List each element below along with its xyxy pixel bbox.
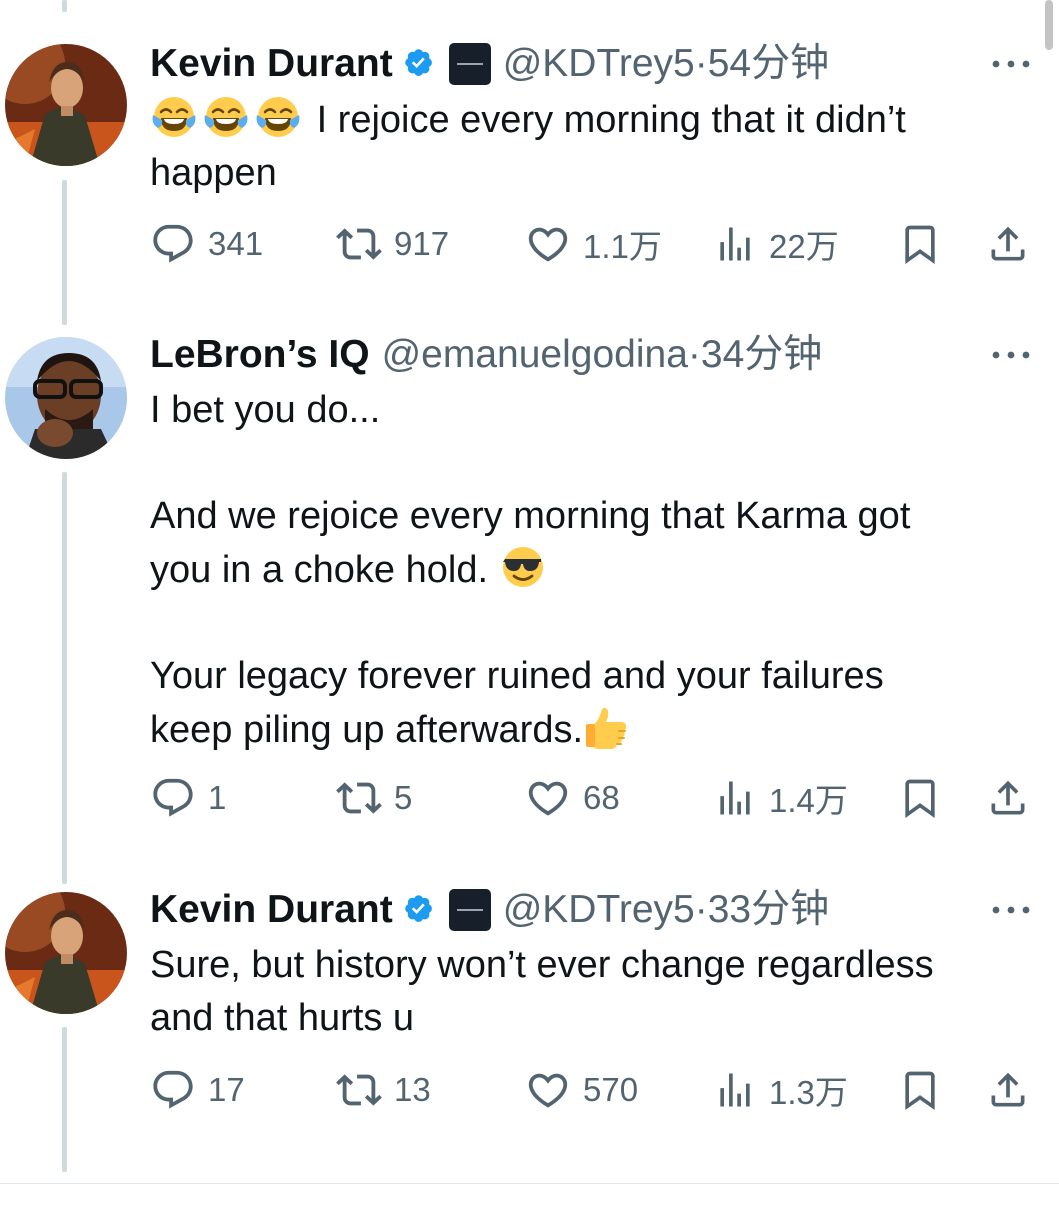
- reply-count: 17: [208, 1071, 245, 1108]
- joy-emoji: [202, 93, 250, 141]
- retweet-count: 13: [394, 1071, 431, 1108]
- avatar[interactable]: [5, 44, 127, 166]
- tweet-text-line: Your legacy forever ruined and your fail…: [150, 655, 884, 697]
- affiliate-badge-icon[interactable]: [448, 43, 491, 85]
- handle[interactable]: @KDTrey5: [503, 40, 695, 88]
- tweet-text-line: happen: [150, 152, 277, 194]
- verified-badge-icon[interactable]: [403, 893, 437, 927]
- bookmark-button[interactable]: [898, 216, 942, 272]
- more-options-icon[interactable]: [989, 331, 1033, 379]
- separator: ·: [694, 42, 708, 85]
- display-name[interactable]: Kevin Durant: [150, 40, 393, 88]
- bookmark-button[interactable]: [898, 1062, 942, 1118]
- tweet-text: Sure, but history won’t ever change rega…: [150, 939, 1030, 1045]
- retweet-count: 917: [394, 225, 450, 262]
- tweet-thread: Kevin Durant @KDTrey5 · 54分钟 I rejoice eve…: [0, 0, 1059, 1207]
- views-count: 22万: [769, 228, 839, 265]
- tweet-text-line: I rejoice every morning that it didn’t: [316, 99, 906, 141]
- handle[interactable]: @emanuelgodina: [382, 331, 688, 379]
- views-count: 1.4万: [769, 782, 848, 819]
- more-options-icon[interactable]: [989, 886, 1033, 934]
- views-button[interactable]: 22万: [713, 216, 839, 272]
- tweet-text: I rejoice every morning that it didn’t h…: [150, 93, 1030, 200]
- reply-button[interactable]: 341: [150, 216, 263, 272]
- separator: ·: [687, 333, 701, 376]
- tweet-header: LeBron’s IQ @emanuelgodina · 34分钟: [150, 331, 822, 379]
- sunglasses-emoji: [499, 543, 547, 591]
- timestamp[interactable]: 34分钟: [701, 331, 822, 379]
- tweet[interactable]: Kevin Durant @KDTrey5 · 33分钟 Sure, but his…: [0, 886, 1059, 1126]
- share-button[interactable]: [986, 770, 1030, 826]
- divider: [0, 1183, 1059, 1184]
- timestamp[interactable]: 54分钟: [708, 40, 829, 88]
- action-bar: 1 5 68 1.4万: [150, 770, 1040, 826]
- retweet-button[interactable]: 917: [336, 216, 449, 272]
- tweet-text-line: keep piling up afterwards.: [150, 709, 584, 751]
- reply-button[interactable]: 17: [150, 1062, 245, 1118]
- like-button[interactable]: 1.1万: [525, 216, 662, 272]
- tweet-text-line: and that hurts u: [150, 997, 415, 1039]
- display-name[interactable]: LeBron’s IQ: [150, 331, 370, 379]
- display-name[interactable]: Kevin Durant: [150, 886, 393, 934]
- like-count: 570: [583, 1071, 639, 1108]
- joy-emoji: [254, 93, 302, 141]
- share-button[interactable]: [986, 1062, 1030, 1118]
- retweet-count: 5: [394, 779, 413, 816]
- share-button[interactable]: [986, 216, 1030, 272]
- like-button[interactable]: 68: [525, 770, 620, 826]
- affiliate-badge-icon[interactable]: [448, 889, 491, 931]
- tweet[interactable]: Kevin Durant @KDTrey5 · 54分钟 I rejoice eve…: [0, 40, 1059, 280]
- tweet-text-line: I bet you do...: [150, 389, 381, 431]
- tweet-header: Kevin Durant @KDTrey5 · 54分钟: [150, 40, 829, 88]
- separator: ·: [694, 888, 708, 931]
- more-options-icon[interactable]: [989, 40, 1033, 88]
- timestamp[interactable]: 33分钟: [708, 886, 829, 934]
- tweet-text-line: you in a choke hold.: [150, 549, 489, 591]
- reply-count: 341: [208, 225, 264, 262]
- handle[interactable]: @KDTrey5: [503, 886, 695, 934]
- views-button[interactable]: 1.3万: [713, 1062, 848, 1118]
- retweet-button[interactable]: 13: [336, 1062, 431, 1118]
- tweet-text: I bet you do... And we rejoice every mor…: [150, 384, 1030, 757]
- thumbs-up-emoji: [583, 703, 631, 751]
- like-count: 68: [583, 779, 620, 816]
- joy-emoji: [150, 93, 198, 141]
- bookmark-button[interactable]: [898, 770, 942, 826]
- like-button[interactable]: 570: [525, 1062, 638, 1118]
- tweet[interactable]: LeBron’s IQ @emanuelgodina · 34分钟 I bet yo…: [0, 331, 1059, 831]
- tweet-text-line: Sure, but history won’t ever change rega…: [150, 944, 934, 986]
- reply-button[interactable]: 1: [150, 770, 226, 826]
- retweet-button[interactable]: 5: [336, 770, 412, 826]
- tweet-text-line: And we rejoice every morning that Karma …: [150, 495, 911, 537]
- like-count: 1.1万: [583, 228, 662, 265]
- action-bar: 17 13 570 1.3万: [150, 1062, 1040, 1118]
- views-button[interactable]: 1.4万: [713, 770, 848, 826]
- views-count: 1.3万: [769, 1074, 848, 1111]
- action-bar: 341 917 1.1万 22万: [150, 216, 1040, 272]
- thread-connector-line: [62, 0, 67, 12]
- reply-count: 1: [208, 779, 227, 816]
- verified-badge-icon[interactable]: [403, 47, 437, 81]
- avatar[interactable]: [5, 892, 127, 1014]
- tweet-header: Kevin Durant @KDTrey5 · 33分钟: [150, 886, 829, 934]
- avatar[interactable]: [5, 337, 127, 459]
